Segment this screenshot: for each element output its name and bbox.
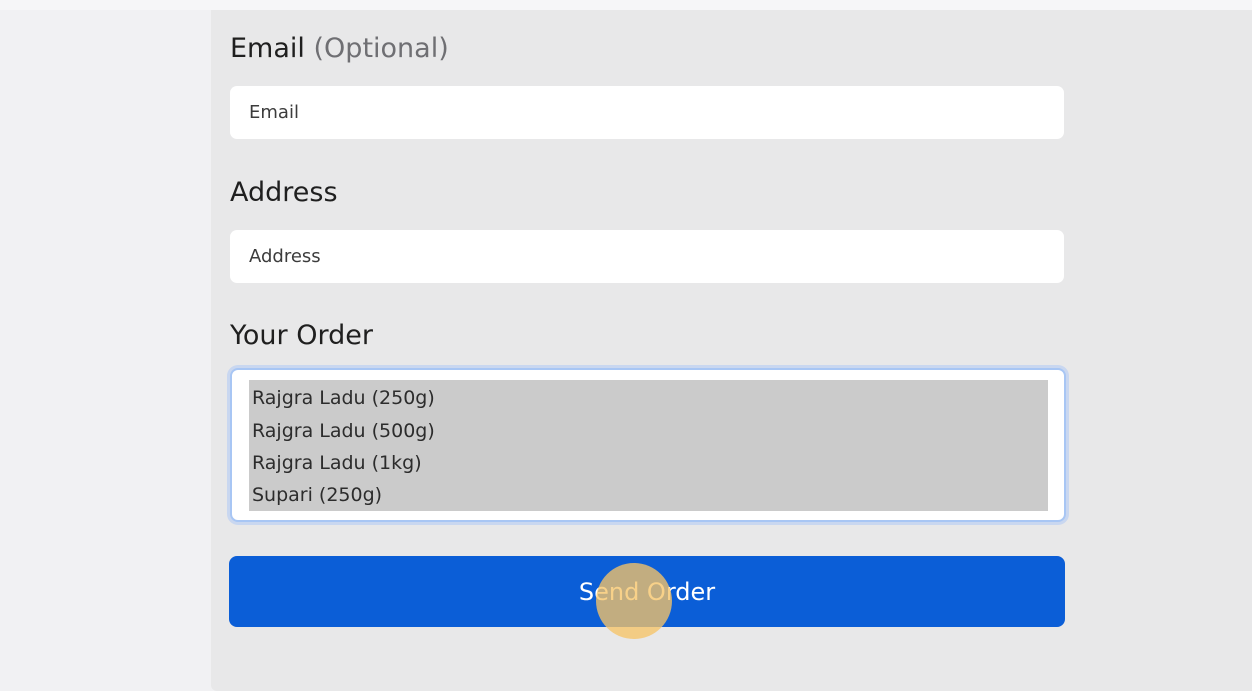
email-placeholder: Email — [249, 102, 299, 123]
email-label-text: Email — [230, 33, 305, 64]
send-order-button[interactable]: Send Order — [229, 556, 1065, 627]
order-option-2[interactable]: Rajgra Ladu (500g) — [252, 420, 435, 442]
order-label: Your Order — [230, 320, 373, 351]
address-placeholder: Address — [249, 246, 321, 267]
order-option-4[interactable]: Supari (250g) — [252, 484, 382, 506]
order-option-3[interactable]: Rajgra Ladu (1kg) — [252, 452, 422, 474]
address-label: Address — [230, 177, 338, 208]
address-field[interactable]: Address — [230, 230, 1064, 283]
top-strip — [0, 0, 1252, 10]
order-select-list[interactable]: Rajgra Ladu (250g) Rajgra Ladu (500g) Ra… — [230, 368, 1066, 522]
email-label: Email (Optional) — [230, 33, 449, 65]
email-field[interactable]: Email — [230, 86, 1064, 139]
order-option-1[interactable]: Rajgra Ladu (250g) — [252, 387, 435, 409]
optional-note: (Optional) — [313, 33, 449, 64]
